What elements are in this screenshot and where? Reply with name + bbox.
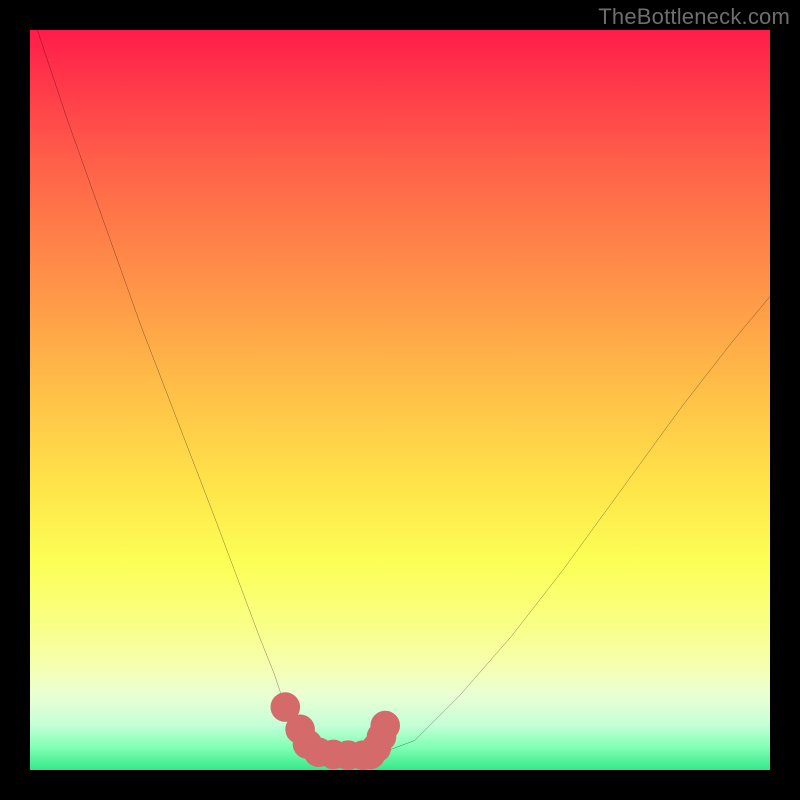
bottom-markers — [271, 692, 401, 770]
chart-frame: TheBottleneck.com — [0, 0, 800, 800]
plot-area — [30, 30, 770, 770]
marker-dot — [370, 711, 400, 741]
curve-line — [37, 30, 770, 755]
chart-svg — [30, 30, 770, 770]
watermark-text: TheBottleneck.com — [598, 4, 790, 30]
